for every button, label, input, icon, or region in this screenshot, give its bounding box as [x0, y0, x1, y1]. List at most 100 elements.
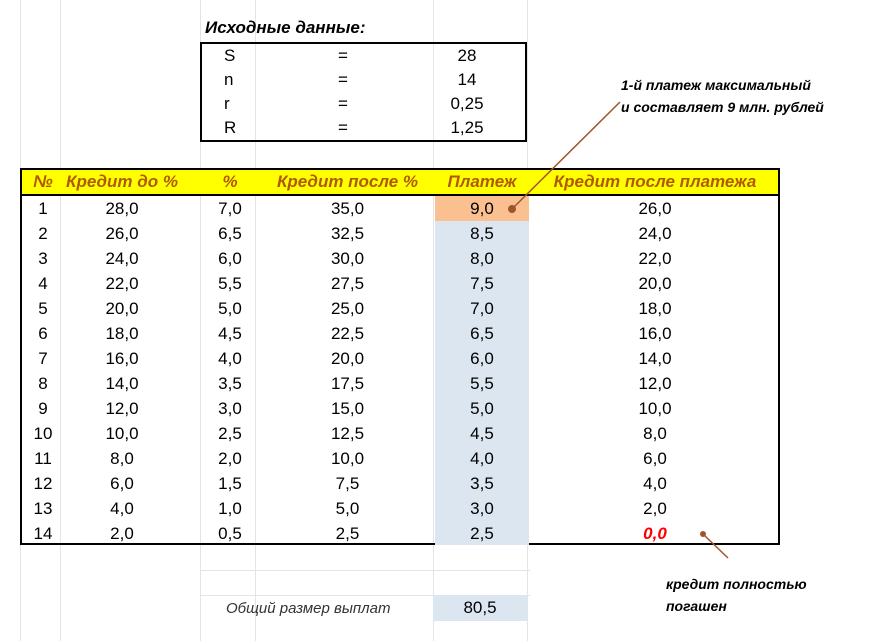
payment: 5,0 — [470, 399, 494, 418]
credit-after-percent: 27,5 — [330, 274, 365, 293]
percent: 2,0 — [218, 449, 242, 468]
row-number: 10 — [33, 424, 53, 443]
payment: 6,5 — [470, 324, 494, 343]
table-row: 10 10,0 2,5 12,5 4,5 8,0 — [22, 421, 778, 446]
table-row: 14 2,0 0,5 2,5 2,5 0,0 — [22, 521, 778, 546]
credit-after-payment: 22,0 — [638, 249, 672, 268]
credit-after-percent: 2,5 — [335, 524, 360, 543]
row-number: 8 — [38, 374, 48, 393]
table-row: 3 24,0 6,0 30,0 8,0 22,0 — [22, 246, 778, 271]
credit-after-payment: 18,0 — [638, 299, 672, 318]
row-number: 7 — [38, 349, 48, 368]
payment: 6,0 — [470, 349, 494, 368]
credit-after-percent: 15,0 — [330, 399, 365, 418]
note-line: погашен — [666, 598, 727, 614]
credit-after-payment: 12,0 — [638, 374, 672, 393]
payment: 5,5 — [470, 374, 494, 393]
credit-before: 16,0 — [105, 349, 139, 368]
table-row: 11 8,0 2,0 10,0 4,0 6,0 — [22, 446, 778, 471]
payment: 8,0 — [470, 249, 494, 268]
table-header-row: № Кредит до % % Кредит после % Платеж Кр… — [22, 170, 778, 196]
row-number: 4 — [38, 274, 48, 293]
param-value: 0,25 — [450, 94, 484, 113]
param-equals: = — [338, 94, 348, 113]
table-row: 9 12,0 3,0 15,0 5,0 10,0 — [22, 396, 778, 421]
input-table: S = 28 n = 14 r = 0,25 R = 1,25 — [200, 42, 527, 142]
payment: 4,0 — [470, 449, 494, 468]
credit-before: 8,0 — [110, 449, 134, 468]
table-row: 13 4,0 1,0 5,0 3,0 2,0 — [22, 496, 778, 521]
param-name: S — [224, 46, 236, 65]
param-value: 28 — [457, 46, 477, 65]
percent: 6,0 — [218, 249, 242, 268]
payment: 9,0 — [470, 199, 494, 218]
percent: 1,0 — [218, 499, 242, 518]
max-payment-note: 1-й платеж максимальный и составляет 9 м… — [621, 74, 824, 118]
percent: 3,0 — [218, 399, 242, 418]
credit-before: 12,0 — [105, 399, 139, 418]
credit-after-percent: 7,5 — [335, 474, 360, 493]
credit-before: 10,0 — [105, 424, 139, 443]
table-row: 12 6,0 1,5 7,5 3,5 4,0 — [22, 471, 778, 496]
header-credit-after-payment: Кредит после платежа — [553, 172, 757, 191]
payment: 2,5 — [470, 524, 494, 543]
credit-after-payment: 26,0 — [638, 199, 672, 218]
percent: 7,0 — [218, 199, 242, 218]
header-number: № — [33, 172, 53, 191]
input-title: Исходные данные: — [205, 18, 366, 37]
total-label: Общий размер выплат — [226, 600, 391, 617]
credit-after-percent: 10,0 — [330, 449, 365, 468]
credit-after-payment: 16,0 — [638, 324, 672, 343]
credit-after-payment: 10,0 — [638, 399, 672, 418]
param-name: r — [224, 94, 230, 113]
percent: 5,5 — [218, 274, 242, 293]
percent: 4,0 — [218, 349, 242, 368]
row-number: 5 — [38, 299, 48, 318]
credit-after-payment: 2,0 — [643, 499, 667, 518]
row-number: 2 — [38, 224, 48, 243]
credit-after-percent: 32,5 — [330, 224, 365, 243]
percent: 1,5 — [218, 474, 242, 493]
note-line: и составляет 9 млн. рублей — [621, 99, 824, 115]
param-value: 14 — [457, 70, 477, 89]
table-row: 7 16,0 4,0 20,0 6,0 14,0 — [22, 346, 778, 371]
param-name: n — [224, 70, 234, 89]
credit-after-payment: 4,0 — [643, 474, 667, 493]
header-credit-before: Кредит до % — [66, 172, 178, 191]
row-number: 12 — [33, 474, 53, 493]
paid-off-note: кредит полностью погашен — [666, 573, 807, 617]
credit-after-percent: 22,5 — [330, 324, 365, 343]
table-row: 4 22,0 5,5 27,5 7,5 20,0 — [22, 271, 778, 296]
percent: 2,5 — [218, 424, 242, 443]
percent: 5,0 — [218, 299, 242, 318]
row-number: 9 — [38, 399, 48, 418]
header-percent: % — [222, 172, 238, 191]
param-name: R — [224, 118, 237, 137]
row-number: 11 — [34, 449, 52, 468]
credit-before: 26,0 — [105, 224, 139, 243]
credit-after-payment: 24,0 — [638, 224, 672, 243]
credit-after-payment: 14,0 — [638, 349, 672, 368]
row-number: 13 — [33, 499, 53, 518]
credit-before: 2,0 — [110, 524, 134, 543]
credit-before: 14,0 — [105, 374, 139, 393]
param-equals: = — [338, 46, 348, 65]
table-row: 6 18,0 4,5 22,5 6,5 16,0 — [22, 321, 778, 346]
payment-schedule-table: № Кредит до % % Кредит после % Платеж Кр… — [20, 168, 780, 545]
table-row: 8 14,0 3,5 17,5 5,5 12,0 — [22, 371, 778, 396]
table-row: 5 20,0 5,0 25,0 7,0 18,0 — [22, 296, 778, 321]
input-row: n = 14 — [202, 68, 525, 92]
credit-before: 24,0 — [105, 249, 139, 268]
credit-after-payment: 6,0 — [643, 449, 667, 468]
payment: 3,5 — [470, 474, 494, 493]
payment: 7,5 — [470, 274, 494, 293]
credit-before: 18,0 — [105, 324, 139, 343]
total-value: 80,5 — [463, 598, 497, 617]
percent: 0,5 — [218, 524, 242, 543]
param-equals: = — [338, 70, 348, 89]
credit-after-percent: 35,0 — [330, 199, 365, 218]
percent: 3,5 — [218, 374, 242, 393]
credit-after-payment: 8,0 — [643, 424, 667, 443]
credit-before: 4,0 — [110, 499, 134, 518]
payment: 7,0 — [470, 299, 494, 318]
